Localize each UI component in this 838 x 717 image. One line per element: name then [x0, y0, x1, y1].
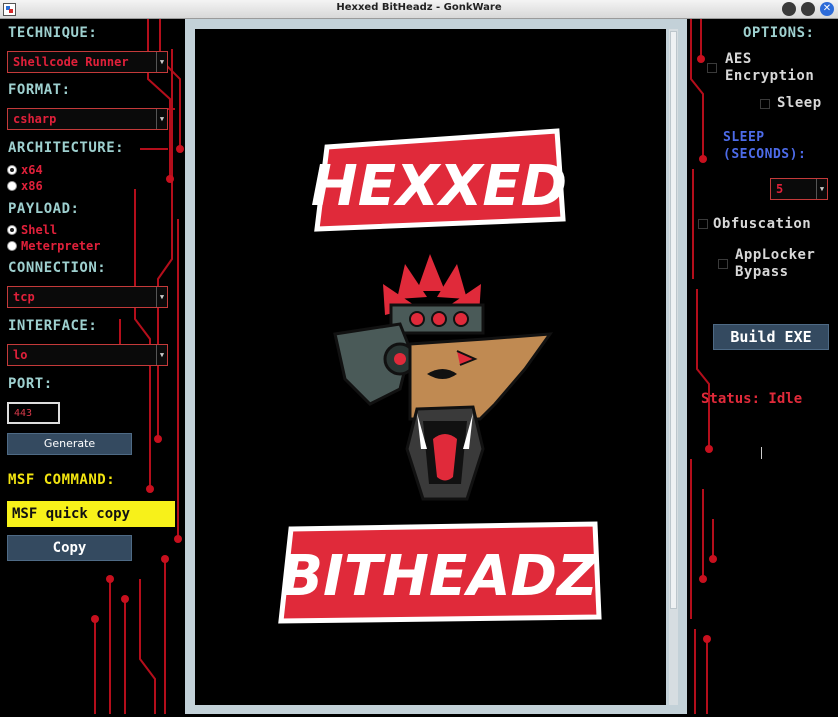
radio-label: Meterpreter — [21, 239, 101, 253]
sleep-seconds-line2: (SECONDS): — [723, 147, 807, 162]
obfuscation-checkbox[interactable] — [698, 219, 708, 229]
close-icon: ✕ — [822, 3, 832, 14]
port-label: PORT: — [8, 376, 53, 392]
obfuscation-label: Obfuscation — [713, 216, 812, 232]
title-bar[interactable]: Hexxed BitHeadz - GonkWare ✕ — [0, 0, 838, 19]
radio-selected-icon — [7, 165, 17, 175]
msf-command-label: MSF COMMAND: — [8, 472, 116, 488]
technique-value: Shellcode Runner — [13, 55, 129, 69]
architecture-label: ARCHITECTURE: — [8, 140, 125, 156]
connection-value: tcp — [13, 290, 35, 304]
aes-encryption-checkbox[interactable] — [707, 63, 717, 73]
radio-label: x86 — [21, 179, 43, 193]
chevron-down-icon: ▼ — [816, 179, 827, 199]
format-label: FORMAT: — [8, 82, 71, 98]
text-cursor — [761, 447, 762, 459]
sleep-seconds-select[interactable]: 5 ▼ — [770, 178, 828, 200]
port-input[interactable]: 443 — [7, 402, 60, 424]
radio-x86[interactable]: x86 — [5, 179, 43, 193]
interface-value: lo — [13, 348, 28, 362]
interface-select[interactable]: lo ▼ — [7, 344, 168, 366]
chevron-down-icon: ▼ — [156, 345, 167, 365]
radio-selected-icon — [7, 225, 17, 235]
window-title: Hexxed BitHeadz - GonkWare — [336, 2, 502, 13]
applocker-bypass-label: AppLocker Bypass — [735, 247, 815, 281]
chevron-down-icon: ▼ — [156, 287, 167, 307]
logo-image: HEXXED BITHEADZ — [195, 29, 666, 705]
minimize-button[interactable] — [782, 2, 796, 16]
close-button[interactable]: ✕ — [820, 2, 834, 16]
chevron-down-icon: ▼ — [156, 109, 167, 129]
aes-label-line2: Encryption — [725, 68, 815, 84]
applocker-bypass-checkbox[interactable] — [718, 259, 728, 269]
sleep-label: Sleep — [777, 95, 822, 111]
right-panel: OPTIONS: AES Encryption Sleep SLEEP (SEC… — [687, 19, 838, 714]
connection-label: CONNECTION: — [8, 260, 107, 276]
payload-label: PAYLOAD: — [8, 201, 80, 217]
generate-button[interactable]: Generate — [7, 433, 132, 455]
left-panel: TECHNIQUE: Shellcode Runner ▼ FORMAT: cs… — [0, 19, 185, 714]
interface-label: INTERFACE: — [8, 318, 98, 334]
logo-top-text: HEXXED — [311, 154, 567, 219]
radio-unselected-icon — [7, 241, 17, 251]
radio-meterpreter[interactable]: Meterpreter — [5, 239, 100, 253]
copy-button[interactable]: Copy — [7, 535, 132, 561]
radio-x64[interactable]: x64 — [5, 163, 43, 177]
aes-encryption-label: AES Encryption — [725, 51, 814, 85]
radio-unselected-icon — [7, 181, 17, 191]
sleep-seconds-line1: SLEEP — [723, 130, 765, 145]
hexxed-bitheadz-logo: HEXXED BITHEADZ — [278, 128, 602, 624]
msf-command-field[interactable]: MSF quick copy — [7, 501, 175, 527]
build-exe-button[interactable]: Build EXE — [713, 324, 829, 350]
radio-label: x64 — [21, 163, 43, 177]
sleep-seconds-value: 5 — [776, 182, 784, 196]
maximize-button[interactable] — [801, 2, 815, 16]
vertical-scrollbar[interactable] — [669, 29, 678, 705]
format-value: csharp — [13, 112, 57, 126]
logo-bottom-text: BITHEADZ — [280, 544, 599, 609]
sleep-checkbox[interactable] — [760, 99, 770, 109]
aes-label-line1: AES — [725, 51, 752, 67]
radio-shell[interactable]: Shell — [5, 223, 57, 237]
technique-label: TECHNIQUE: — [8, 25, 98, 41]
format-select[interactable]: csharp ▼ — [7, 108, 168, 130]
logo-frame: HEXXED BITHEADZ — [185, 19, 687, 714]
connection-select[interactable]: tcp ▼ — [7, 286, 168, 308]
chevron-down-icon: ▼ — [156, 52, 167, 72]
scrollbar-thumb[interactable] — [670, 31, 677, 609]
circuit-background — [690, 19, 717, 714]
radio-label: Shell — [21, 223, 58, 237]
options-label: OPTIONS: — [743, 25, 815, 41]
sleep-seconds-label: SLEEP (SECONDS): — [723, 129, 806, 163]
technique-select[interactable]: Shellcode Runner ▼ — [7, 51, 168, 73]
status-text: Status: Idle — [701, 391, 803, 407]
applocker-label-line1: AppLocker — [735, 247, 816, 263]
applocker-label-line2: Bypass — [735, 264, 789, 280]
